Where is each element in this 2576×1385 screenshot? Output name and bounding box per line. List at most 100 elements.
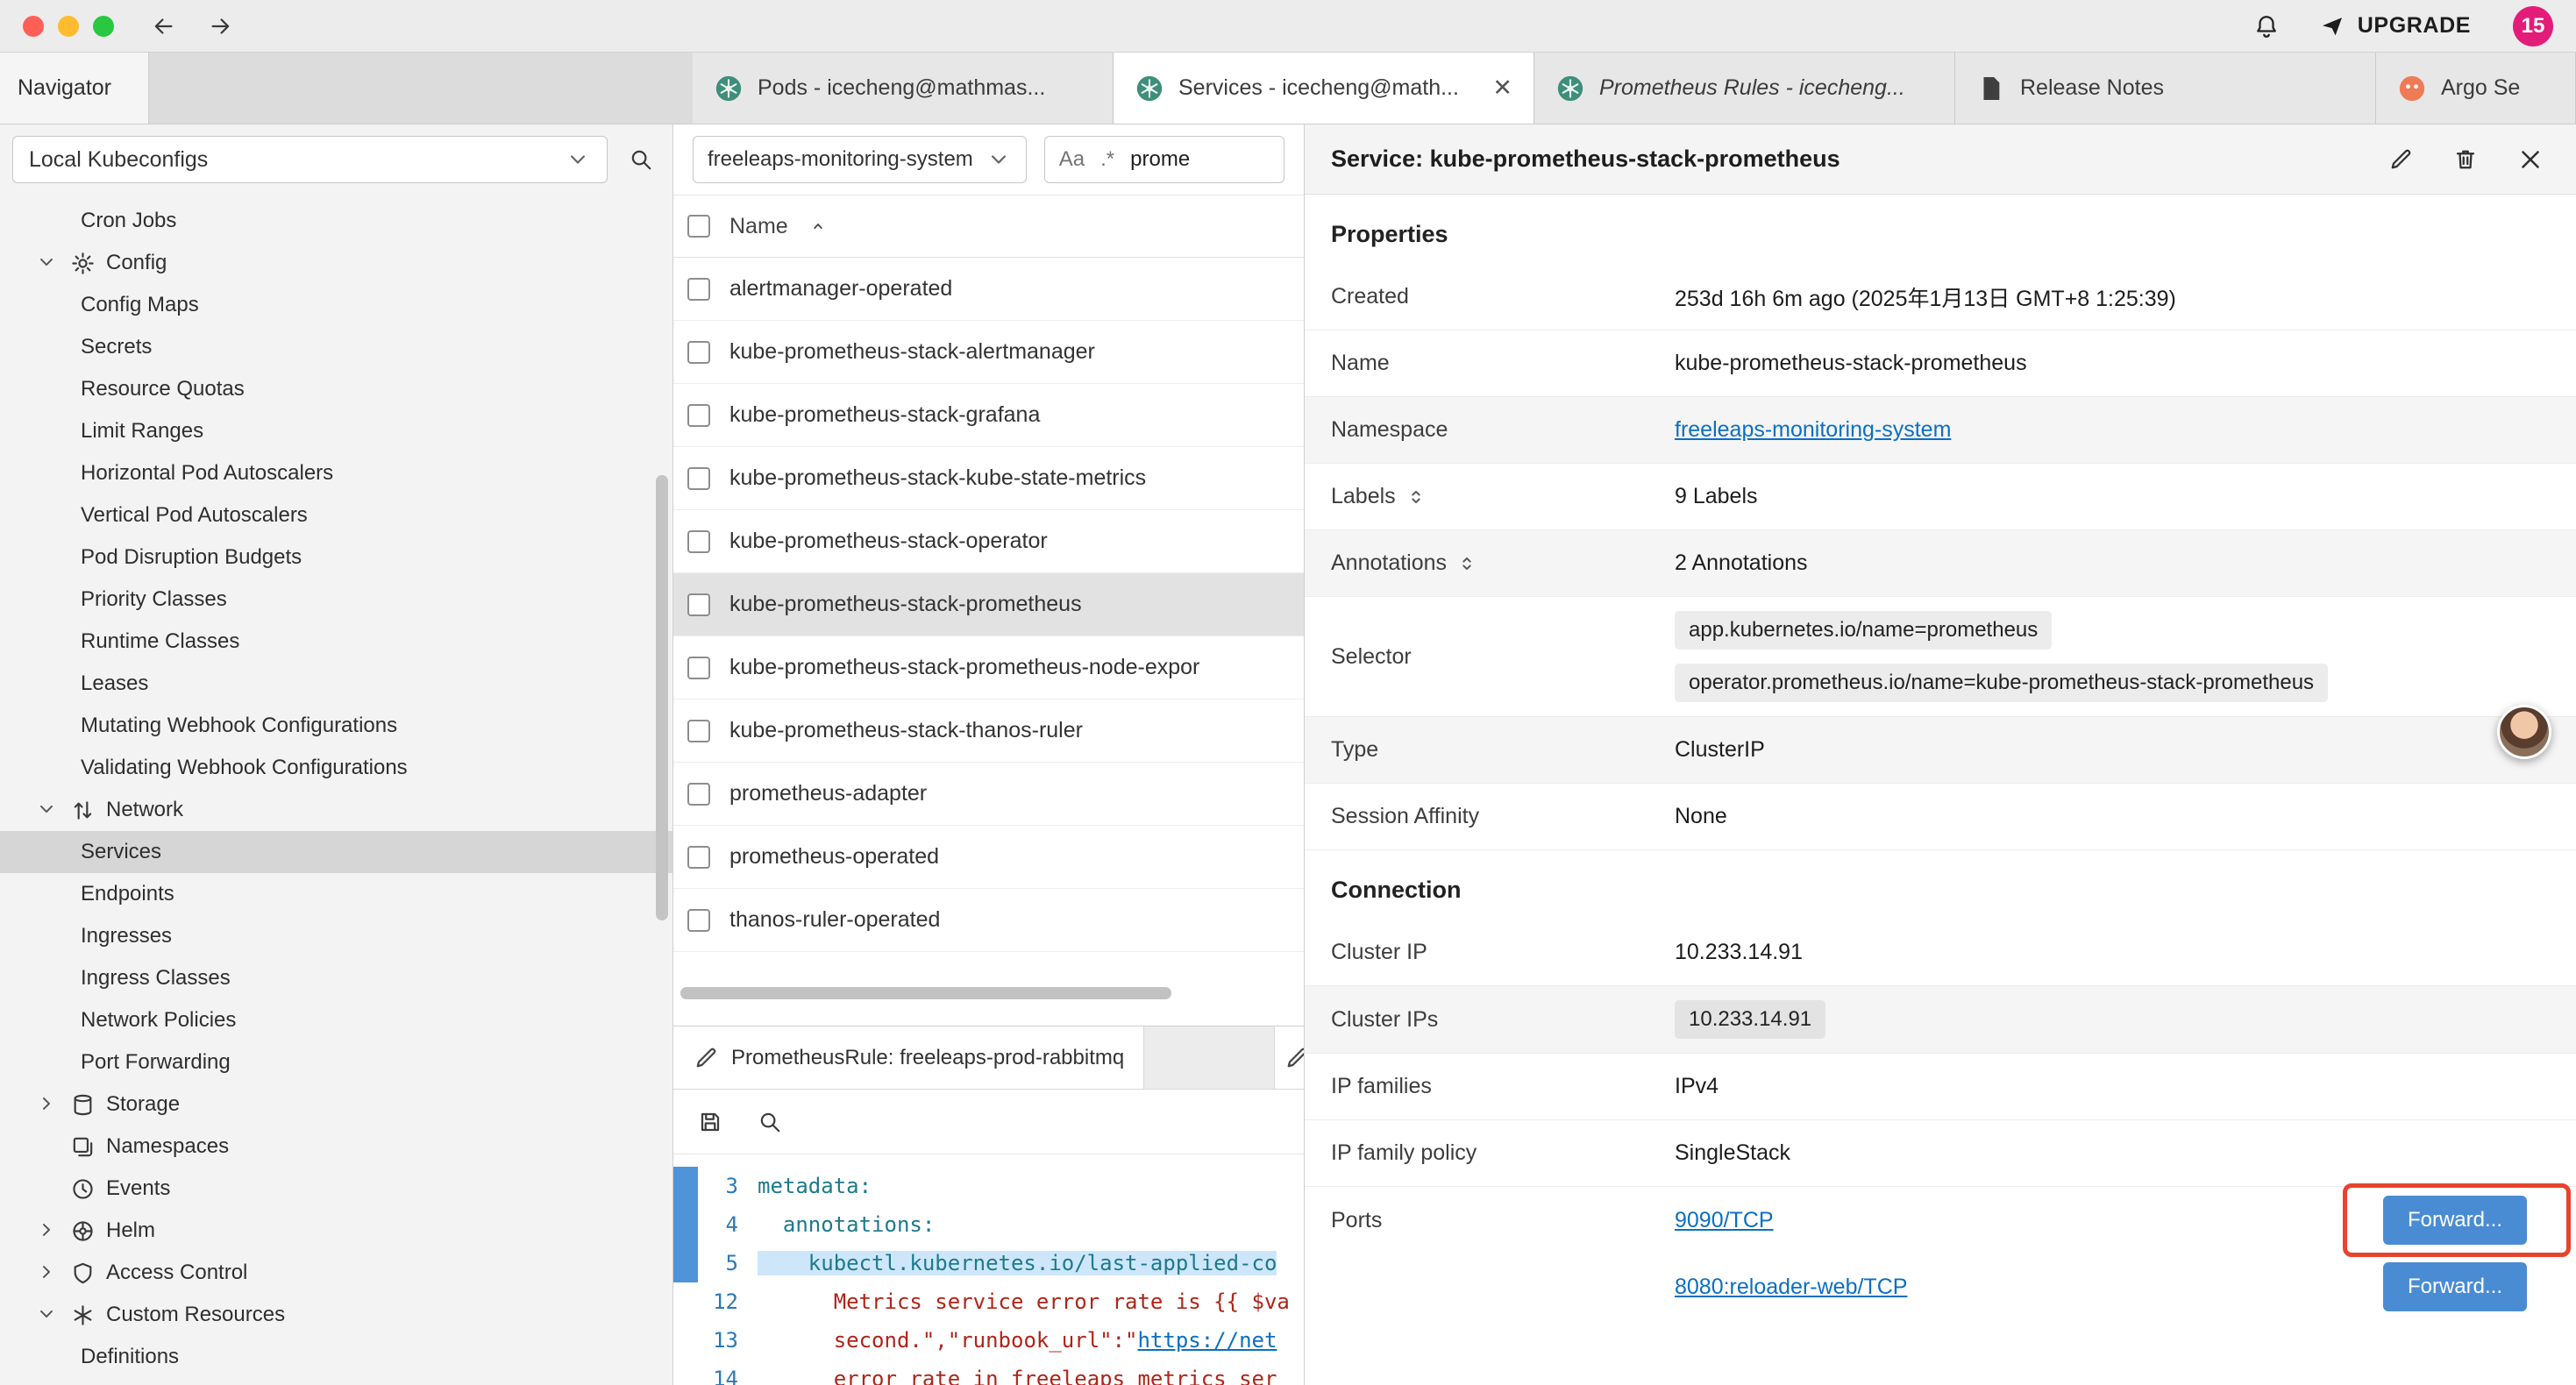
table-row-prometheus-adapter[interactable]: prometheus-adapter xyxy=(673,763,1304,826)
sort-toggle-icon[interactable] xyxy=(1405,486,1427,508)
sidebar-item-storage[interactable]: Storage xyxy=(0,1083,672,1126)
sidebar-item-config[interactable]: Config xyxy=(0,242,672,284)
navigator-panel-tab[interactable]: Navigator xyxy=(0,53,149,124)
editor-line-4[interactable]: 4 annotations: xyxy=(673,1205,1304,1244)
forward-button[interactable]: Forward... xyxy=(2383,1196,2527,1245)
chevron-right-icon[interactable] xyxy=(35,1218,60,1243)
table-row-kube-prometheus-stack-kube-state-metrics[interactable]: kube-prometheus-stack-kube-state-metrics xyxy=(673,447,1304,510)
sidebar-item-services[interactable]: Services xyxy=(0,831,672,873)
name-column-header[interactable]: Name xyxy=(729,214,788,239)
row-checkbox[interactable] xyxy=(687,404,710,427)
table-row-kube-prometheus-stack-alertmanager[interactable]: kube-prometheus-stack-alertmanager xyxy=(673,321,1304,384)
row-checkbox[interactable] xyxy=(687,593,710,616)
table-row-kube-prometheus-stack-prometheus[interactable]: kube-prometheus-stack-prometheus xyxy=(673,573,1304,636)
window-close-button[interactable] xyxy=(23,16,44,37)
history-forward-button[interactable] xyxy=(202,7,240,46)
port-link[interactable]: 8080:reloader-web/TCP xyxy=(1675,1275,1907,1300)
row-checkbox[interactable] xyxy=(687,278,710,301)
tab-prometheus-rules-icecheng[interactable]: Prometheus Rules - icecheng... xyxy=(1534,53,1955,124)
table-row-kube-prometheus-stack-prometheus-node-expor[interactable]: kube-prometheus-stack-prometheus-node-ex… xyxy=(673,636,1304,700)
chevron-icon[interactable] xyxy=(35,1134,60,1159)
sidebar-item-mutating-webhook-configurations[interactable]: Mutating Webhook Configurations xyxy=(0,705,672,747)
sidebar-item-namespaces[interactable]: Namespaces xyxy=(0,1126,672,1168)
delete-service-button[interactable] xyxy=(2446,140,2485,179)
sort-toggle-icon[interactable] xyxy=(1455,552,1478,575)
chevron-down-icon[interactable] xyxy=(35,251,60,275)
editor-line-14[interactable]: 14 error rate in freeleaps metrics ser xyxy=(673,1360,1304,1385)
dock-tab-partial[interactable] xyxy=(1274,1026,1304,1089)
close-tab-icon[interactable]: ✕ xyxy=(1492,76,1512,100)
row-checkbox[interactable] xyxy=(687,657,710,679)
table-row-kube-prometheus-stack-operator[interactable]: kube-prometheus-stack-operator xyxy=(673,510,1304,573)
namespace-dropdown[interactable]: freeleaps-monitoring-system xyxy=(693,136,1027,183)
sidebar-scrollbar[interactable] xyxy=(656,475,668,920)
select-all-checkbox[interactable] xyxy=(687,215,710,238)
match-case-toggle[interactable]: Aa xyxy=(1059,147,1085,172)
table-row-kube-prometheus-stack-grafana[interactable]: kube-prometheus-stack-grafana xyxy=(673,384,1304,447)
row-checkbox[interactable] xyxy=(687,720,710,742)
sidebar-search-button[interactable] xyxy=(622,140,660,179)
sidebar-item-ingresses[interactable]: Ingresses xyxy=(0,915,672,957)
chevron-right-icon[interactable] xyxy=(35,1261,60,1285)
sidebar-item-events[interactable]: Events xyxy=(0,1168,672,1210)
filter-input[interactable]: Aa .* prome xyxy=(1044,136,1284,183)
dock-tab-prometheusrule[interactable]: PrometheusRule: freeleaps-prod-rabbitmq xyxy=(673,1026,1144,1089)
row-checkbox[interactable] xyxy=(687,530,710,553)
sidebar-item-vertical-pod-autoscalers[interactable]: Vertical Pod Autoscalers xyxy=(0,494,672,536)
chevron-icon[interactable] xyxy=(35,1176,60,1201)
history-back-button[interactable] xyxy=(144,7,182,46)
assistant-avatar[interactable] xyxy=(2497,705,2551,759)
row-checkbox[interactable] xyxy=(687,341,710,364)
sidebar-item-limit-ranges[interactable]: Limit Ranges xyxy=(0,410,672,452)
namespace-link[interactable]: freeleaps-monitoring-system xyxy=(1675,417,1951,442)
sort-ascending-caret-icon[interactable] xyxy=(808,216,829,237)
row-checkbox[interactable] xyxy=(687,909,710,932)
sidebar-item-network-policies[interactable]: Network Policies xyxy=(0,999,672,1041)
sidebar-item-runtime-classes[interactable]: Runtime Classes xyxy=(0,621,672,663)
editor-line-5[interactable]: 5 kubectl.kubernetes.io/last-applied-co xyxy=(673,1244,1304,1282)
tab-release-notes[interactable]: Release Notes xyxy=(1955,53,2376,124)
sidebar-item-priority-classes[interactable]: Priority Classes xyxy=(0,579,672,621)
sidebar-item-horizontal-pod-autoscalers[interactable]: Horizontal Pod Autoscalers xyxy=(0,452,672,494)
edit-service-button[interactable] xyxy=(2381,140,2420,179)
chevron-down-icon[interactable] xyxy=(35,1303,60,1327)
notification-count-badge[interactable]: 15 xyxy=(2513,6,2553,46)
sidebar-item-resource-quotas[interactable]: Resource Quotas xyxy=(0,368,672,410)
sidebar-item-ingress-classes[interactable]: Ingress Classes xyxy=(0,957,672,999)
sidebar-item-port-forwarding[interactable]: Port Forwarding xyxy=(0,1041,672,1083)
tab-services-icecheng-math[interactable]: Services - icecheng@math...✕ xyxy=(1114,53,1534,124)
row-checkbox[interactable] xyxy=(687,846,710,869)
tab-pods-icecheng-mathmas[interactable]: Pods - icecheng@mathmas... xyxy=(693,53,1114,124)
table-row-alertmanager-operated[interactable]: alertmanager-operated xyxy=(673,258,1304,321)
table-row-thanos-ruler-operated[interactable]: thanos-ruler-operated xyxy=(673,889,1304,952)
tab-argo-se[interactable]: Argo Se xyxy=(2376,53,2576,124)
save-button[interactable] xyxy=(693,1104,728,1140)
chevron-down-icon[interactable] xyxy=(35,798,60,822)
sidebar-item-definitions[interactable]: Definitions xyxy=(0,1336,672,1378)
sidebar-item-custom-resources[interactable]: Custom Resources xyxy=(0,1294,672,1336)
editor-line-13[interactable]: 13 second.","runbook_url":"https://net xyxy=(673,1321,1304,1360)
forward-button[interactable]: Forward... xyxy=(2383,1262,2527,1311)
notifications-button[interactable] xyxy=(2247,7,2286,46)
chevron-right-icon[interactable] xyxy=(35,1092,60,1117)
close-drawer-button[interactable] xyxy=(2511,140,2550,179)
sidebar-item-helm[interactable]: Helm xyxy=(0,1210,672,1252)
yaml-editor[interactable]: 3metadata:4 annotations:5 kubectl.kubern… xyxy=(673,1154,1304,1385)
horizontal-scrollbar-thumb[interactable] xyxy=(680,987,1171,999)
table-row-kube-prometheus-stack-thanos-ruler[interactable]: kube-prometheus-stack-thanos-ruler xyxy=(673,700,1304,763)
editor-search-button[interactable] xyxy=(752,1104,787,1140)
table-row-prometheus-operated[interactable]: prometheus-operated xyxy=(673,826,1304,889)
kubeconfig-dropdown[interactable]: Local Kubeconfigs xyxy=(12,136,608,183)
editor-line-3[interactable]: 3metadata: xyxy=(673,1167,1304,1205)
sidebar-item-endpoints[interactable]: Endpoints xyxy=(0,873,672,915)
sidebar-item-config-maps[interactable]: Config Maps xyxy=(0,284,672,326)
sidebar-item-network[interactable]: Network xyxy=(0,789,672,831)
regex-toggle[interactable]: .* xyxy=(1100,147,1114,172)
window-minimize-button[interactable] xyxy=(58,16,79,37)
sidebar-item-pod-disruption-budgets[interactable]: Pod Disruption Budgets xyxy=(0,536,672,579)
port-link[interactable]: 9090/TCP xyxy=(1675,1208,1774,1233)
window-zoom-button[interactable] xyxy=(93,16,114,37)
row-checkbox[interactable] xyxy=(687,783,710,806)
row-checkbox[interactable] xyxy=(687,467,710,490)
sidebar-item-access-control[interactable]: Access Control xyxy=(0,1252,672,1294)
